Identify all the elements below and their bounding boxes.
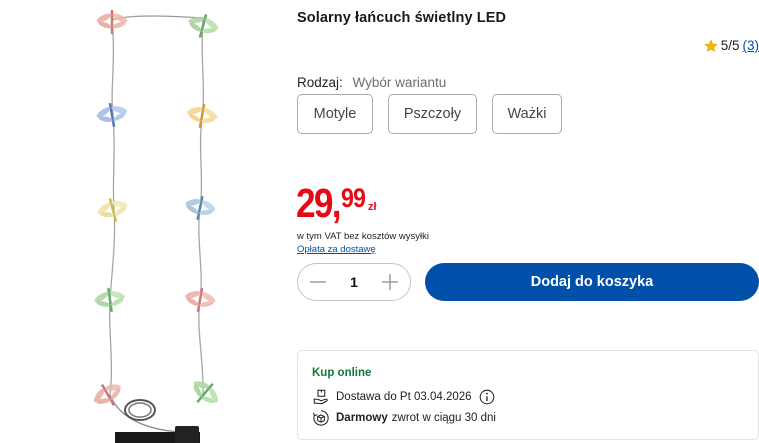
buy-online-heading: Kup online [312,367,372,379]
variant-option-wazki[interactable]: Ważki [492,94,562,134]
decrease-quantity-button[interactable] [308,272,328,292]
free-return-label: Darmowy [336,412,388,424]
returns-info-row: Darmowy zwrot w ciągu 30 dni [312,409,496,427]
rating-count-link[interactable]: (3) [743,38,759,53]
variant-options: Motyle Pszczoły Ważki [297,94,562,134]
buy-online-box: Kup online Dostawa do Pt 03.04.2026 Darm… [297,350,759,440]
vat-note: w tym VAT bez kosztów wysyłki [297,231,429,242]
shipping-cost-link[interactable]: Opłata za dostawę [297,244,376,255]
info-icon[interactable] [479,389,495,405]
variant-option-motyle[interactable]: Motyle [297,94,373,134]
product-price: 29, 99 zł [296,183,377,224]
delivery-info-row: Dostawa do Pt 03.04.2026 [312,388,495,406]
variant-selector-label: Rodzaj: Wybór wariantu [297,75,446,90]
plus-icon [381,274,398,290]
increase-quantity-button[interactable] [380,272,400,292]
quantity-stepper: 1 [297,263,411,301]
minus-icon [310,281,326,283]
product-title: Solarny łańcuch świetlny LED [297,10,507,26]
star-icon [704,38,718,52]
add-to-cart-button[interactable]: Dodaj do koszyka [425,263,759,301]
product-image [0,0,280,443]
rating-score: 5/5 [720,38,740,53]
product-rating[interactable]: 5/5 (3) [704,38,759,53]
return-box-icon [312,410,329,426]
variant-option-pszczoly[interactable]: Pszczoły [388,94,477,134]
dragonfly-light-chain-photo [93,10,219,443]
return-period-text: zwrot w ciągu 30 dni [391,412,496,424]
price-main: 29, [296,180,342,226]
variant-label: Rodzaj: [297,75,343,90]
delivery-date: Dostawa do Pt 03.04.2026 [336,391,472,403]
variant-hint: Wybór wariantu [352,75,447,90]
delivery-hand-icon [313,389,328,405]
price-currency: zł [368,201,377,213]
quantity-value[interactable]: 1 [350,274,358,290]
price-cents: 99 [341,183,366,213]
